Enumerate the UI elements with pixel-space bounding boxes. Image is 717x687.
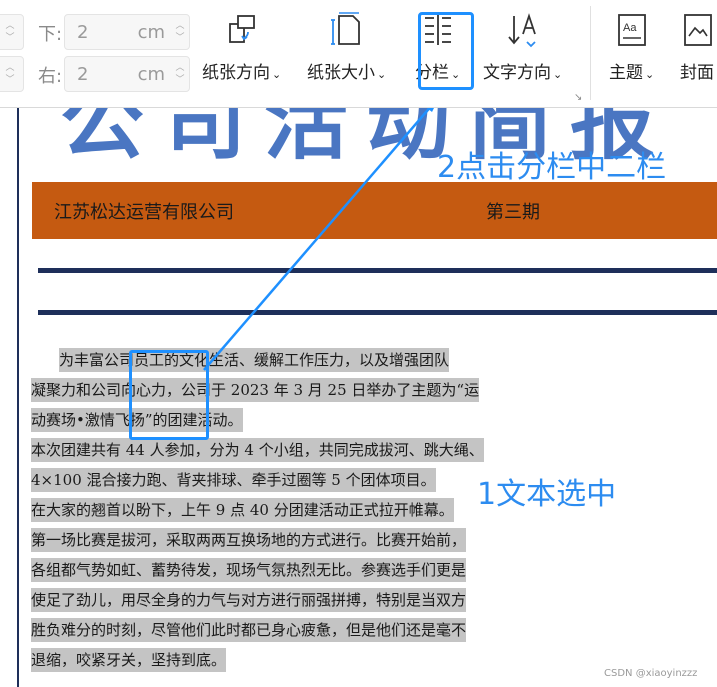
text-line-content: 第一场比赛是拔河，采取两两互换场地的方式进行。比赛开始前，: [31, 528, 467, 552]
text-line-content: 4×100 混合接力跑、背夹排球、牵手过圈等 5 个团体项目。: [31, 468, 436, 492]
text-line-content: 本次团建共有 44 人参加，分为 4 个小组，共同完成拔河、跳大绳、: [31, 438, 484, 462]
divider-rule-bottom: [38, 310, 717, 315]
chevron-down-icon: ⌄: [553, 68, 563, 81]
bottom-margin-unit: cm: [137, 21, 165, 43]
header-banner: 江苏松达运营有限公司 第三期: [32, 182, 717, 239]
step2-annotation: 2点击分栏中二栏: [437, 150, 667, 185]
cover-label: 封面: [680, 63, 714, 83]
text-line: 使足了劲儿，用尽全身的力气与对方进行丽强拼搏，特别是当双方: [31, 585, 501, 615]
text-line: 4×100 混合接力跑、背夹排球、牵手过圈等 5 个团体项目。: [31, 465, 501, 495]
page-orientation-label: 纸张方向: [202, 63, 270, 83]
right-margin-input[interactable]: 2 cm ︿ ﹀: [64, 56, 190, 92]
bottom-margin-input[interactable]: 2 cm ︿ ﹀: [64, 14, 190, 50]
right-margin-spin-arrows[interactable]: ︿ ﹀: [171, 57, 189, 91]
page-size-label: 纸张大小: [307, 63, 375, 83]
document-page[interactable]: 公司活动简报 江苏松达运营有限公司 第三期 为丰富公司员工的文化生活、缓解工作压…: [0, 107, 717, 687]
text-line: 动赛场•激情飞扬”的团建活动。: [31, 405, 501, 435]
text-line: 为丰富公司员工的文化生活、缓解工作压力，以及增强团队: [31, 345, 501, 375]
cover-button[interactable]: 封面: [677, 10, 717, 83]
right-margin-unit: cm: [137, 63, 165, 85]
cover-icon: [677, 10, 717, 50]
watermark: CSDN @xiaoyinzzz: [604, 668, 698, 679]
text-line: 第一场比赛是拔河，采取两两互换场地的方式进行。比赛开始前，: [31, 525, 501, 555]
text-line-content: 凝聚力和公司向心力，公司于 2023 年 3 月 25 日举办了主题为“运: [31, 378, 480, 402]
text-line: 本次团建共有 44 人参加，分为 4 个小组，共同完成拔河、跳大绳、: [31, 435, 501, 465]
right-margin-value: 2: [77, 63, 89, 85]
divider-rule-top: [38, 268, 717, 273]
text-line-content: 退缩，咬紧牙关，坚持到底。: [31, 648, 227, 672]
text-line: 退缩，咬紧牙关，坚持到底。: [31, 645, 501, 675]
page-orientation-icon: [222, 10, 262, 50]
text-line: 在大家的翘首以盼下，上午 9 点 40 分团建活动正式拉开帷幕。: [31, 495, 501, 525]
text-line-content: 在大家的翘首以盼下，上午 9 点 40 分团建活动正式拉开帷幕。: [31, 498, 454, 522]
theme-icon: Aa: [612, 10, 652, 50]
ribbon-group-divider: [590, 6, 591, 100]
text-line-content: 胜负难分的时刻，尽管他们此时都已身心疲惫，但是他们还是毫不: [31, 618, 467, 642]
top-margin-stepper-partial[interactable]: ︿ ﹀: [0, 14, 24, 50]
dialog-launcher-icon[interactable]: ↘: [574, 92, 582, 103]
right-margin-label: 右:: [38, 66, 63, 87]
columns-highlight-box: [418, 12, 474, 90]
text-line-content: 为丰富公司员工的文化生活、缓解工作压力，以及增强团队: [59, 348, 450, 372]
text-line-content: 使足了劲儿，用尽全身的力气与对方进行丽强拼搏，特别是当双方: [31, 588, 467, 612]
bottom-margin-label: 下:: [38, 24, 63, 45]
chevron-down-icon: ⌄: [377, 68, 387, 81]
text-line: 各组都气势如虹、蓄势待发，现场气氛热烈无比。参赛选手们更是: [31, 555, 501, 585]
page-margin-line: [17, 107, 19, 687]
page-size-button[interactable]: 纸张大小 ⌄: [307, 10, 386, 83]
text-line: 胜负难分的时刻，尽管他们此时都已身心疲惫，但是他们还是毫不: [31, 615, 501, 645]
bottom-margin-spin-arrows[interactable]: ︿ ﹀: [171, 15, 189, 49]
bottom-margin-value: 2: [77, 21, 89, 43]
text-direction-label: 文字方向: [483, 63, 551, 83]
chevron-down-icon: ⌄: [645, 68, 655, 81]
page-orientation-button[interactable]: 纸张方向 ⌄: [202, 10, 281, 83]
company-name: 江苏松达运营有限公司: [54, 201, 234, 223]
step1-annotation: 1文本选中: [477, 477, 617, 512]
text-direction-button[interactable]: 文字方向 ⌄: [483, 10, 562, 83]
chevron-down-icon: ⌄: [272, 68, 282, 81]
text-line: 凝聚力和公司向心力，公司于 2023 年 3 月 25 日举办了主题为“运: [31, 375, 501, 405]
text-direction-icon: [503, 10, 543, 50]
layout-ribbon: ︿ ﹀ ︿ ﹀ 下: 2 cm ︿ ﹀ 右: 2 cm ︿ ﹀ 纸张方向 ⌄ 纸…: [0, 0, 717, 108]
page-size-icon: [327, 10, 367, 50]
left-margin-stepper-partial[interactable]: ︿ ﹀: [0, 56, 24, 92]
theme-label: 主题: [609, 63, 643, 83]
issue-number: 第三期: [486, 201, 540, 223]
svg-text:Aa: Aa: [623, 22, 637, 34]
text-line-content: 各组都气势如虹、蓄势待发，现场气氛热烈无比。参赛选手们更是: [31, 558, 467, 582]
selection-highlight-box: [129, 350, 209, 440]
theme-button[interactable]: Aa 主题 ⌄: [609, 10, 654, 83]
selected-body-text[interactable]: 为丰富公司员工的文化生活、缓解工作压力，以及增强团队 凝聚力和公司向心力，公司于…: [31, 345, 501, 675]
